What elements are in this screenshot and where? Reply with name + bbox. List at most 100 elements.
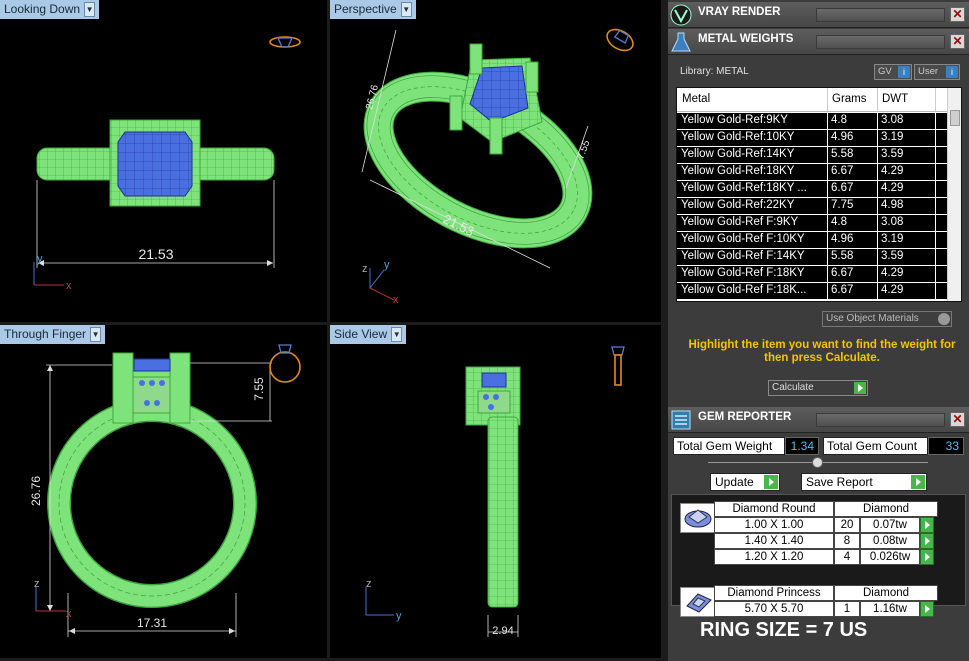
svg-text:x: x <box>393 294 399 306</box>
mini-ring-icon <box>606 28 634 52</box>
user-toggle[interactable]: User i <box>914 64 960 80</box>
gem-size-cell: 1.40 X 1.40 <box>714 533 834 549</box>
play-arrow-icon[interactable] <box>920 517 934 533</box>
scrollbar-thumb[interactable] <box>950 110 960 126</box>
cell-metal: Yellow Gold-Ref F:18K... <box>681 284 807 296</box>
column-header-dwt[interactable]: DWT <box>882 93 908 105</box>
save-report-button[interactable]: Save Report <box>801 473 927 491</box>
total-gem-count-label: Total Gem Count <box>823 437 928 455</box>
table-row[interactable]: Yellow Gold-Ref:14KY 5.58 3.59 <box>677 147 947 164</box>
use-object-materials-toggle[interactable]: Use Object Materials <box>822 311 952 327</box>
metal-weights-header[interactable]: METAL WEIGHTS ✕ <box>668 29 969 55</box>
info-icon: i <box>898 66 910 78</box>
close-icon[interactable]: ✕ <box>950 7 965 22</box>
round-diamond-icon <box>680 503 716 533</box>
table-scrollbar[interactable] <box>947 88 961 301</box>
chevron-down-icon[interactable]: ▼ <box>90 327 102 342</box>
ring-size-text: RING SIZE = 7 US <box>700 619 868 641</box>
close-icon[interactable]: ✕ <box>950 412 965 427</box>
mini-ring-icon <box>611 346 625 386</box>
cell-metal: Yellow Gold-Ref:10KY <box>681 131 795 143</box>
gem-count-cell: 8 <box>834 533 860 549</box>
play-arrow-icon <box>911 475 925 489</box>
viewport-side-view[interactable]: 2.94 z y Side View ▼ <box>330 325 661 658</box>
gem-weight-cell: 1.16tw <box>860 601 920 617</box>
cell-grams: 7.75 <box>831 199 854 211</box>
svg-text:26.76: 26.76 <box>29 476 43 506</box>
vray-render-header[interactable]: VRAY RENDER ✕ <box>668 2 969 28</box>
app-window: 21.53 y x Looking Down ▼ 21.53 26.76 7.5… <box>0 0 969 661</box>
cell-grams: 4.96 <box>831 131 854 143</box>
table-row[interactable]: Yellow Gold-Ref F:18KY 6.67 4.29 <box>677 266 947 283</box>
viewport-looking-down[interactable]: 21.53 y x Looking Down ▼ <box>0 0 327 322</box>
cell-metal: Yellow Gold-Ref:22KY <box>681 199 795 211</box>
svg-text:z: z <box>34 578 40 590</box>
gem-shape-header: Diamond Round <box>714 501 834 517</box>
table-row[interactable]: Yellow Gold-Ref F:18K... 6.67 4.29 <box>677 283 947 300</box>
column-header-metal[interactable]: Metal <box>682 93 710 105</box>
svg-text:x: x <box>66 280 72 292</box>
svg-text:17.31: 17.31 <box>137 616 167 630</box>
table-row[interactable]: Yellow Gold-Ref:10KY 4.96 3.19 <box>677 130 947 147</box>
svg-text:7.55: 7.55 <box>575 139 592 161</box>
gem-shape-header: Diamond Princess <box>714 585 834 601</box>
chevron-down-icon[interactable]: ▼ <box>391 327 403 342</box>
splitter-knob[interactable] <box>812 457 823 468</box>
viewport-perspective[interactable]: 21.53 26.76 7.55 z y x Perspective ▼ <box>330 0 661 322</box>
table-row[interactable]: Yellow Gold-Ref:18KY ... 6.67 4.29 <box>677 181 947 198</box>
cell-dwt: 3.19 <box>881 131 904 143</box>
metal-table[interactable]: Metal Grams DWT Yellow Gold-Ref:9KY 4.8 3.… <box>676 87 962 302</box>
table-row[interactable]: Yellow Gold-Ref F:14KY 5.58 3.59 <box>677 249 947 266</box>
chevron-down-icon[interactable]: ▼ <box>400 2 412 17</box>
table-row[interactable]: Yellow Gold-Ref:9KY 4.8 3.08 <box>677 113 947 130</box>
cell-metal: Yellow Gold-Ref F:9KY <box>681 216 799 228</box>
svg-text:7.55: 7.55 <box>252 377 266 401</box>
viewport-through-finger[interactable]: 26.76 7.55 17.31 z x Through Finger ▼ <box>0 325 327 658</box>
info-icon: i <box>946 66 958 78</box>
table-row[interactable]: Yellow Gold-Ref F:10KY 4.96 3.19 <box>677 232 947 249</box>
gem-weight-cell: 0.026tw <box>860 549 920 565</box>
calculate-button[interactable]: Calculate <box>768 380 868 396</box>
table-row[interactable]: Yellow Gold-Ref:22KY 7.75 4.98 <box>677 198 947 215</box>
play-arrow-icon[interactable] <box>920 533 934 549</box>
chevron-down-icon[interactable]: ▼ <box>84 2 96 17</box>
cell-dwt: 3.19 <box>881 233 904 245</box>
svg-text:21.53: 21.53 <box>138 246 173 262</box>
cell-grams: 4.8 <box>831 114 847 126</box>
panel-splitter[interactable] <box>708 457 928 468</box>
viewport-label[interactable]: Perspective ▼ <box>330 0 416 19</box>
play-arrow-icon <box>854 382 866 394</box>
viewport-label[interactable]: Looking Down ▼ <box>0 0 100 19</box>
princess-diamond-icon <box>680 587 716 617</box>
total-gem-count-value: 33 <box>928 437 964 455</box>
gem-count-cell: 20 <box>834 517 860 533</box>
viewport-label[interactable]: Side View ▼ <box>330 325 407 344</box>
svg-text:z: z <box>362 263 368 275</box>
table-row[interactable]: Yellow Gold-Ref:18KY 6.67 4.29 <box>677 164 947 181</box>
play-arrow-icon[interactable] <box>920 601 934 617</box>
cell-grams: 5.58 <box>831 250 854 262</box>
cell-grams: 6.67 <box>831 267 854 279</box>
column-header-grams[interactable]: Grams <box>832 93 867 105</box>
gv-toggle[interactable]: GV i <box>874 64 912 80</box>
table-row[interactable]: Yellow Gold-Ref F:9KY 4.8 3.08 <box>677 215 947 232</box>
update-button[interactable]: Update <box>710 473 780 491</box>
gem-size-cell: 5.70 X 5.70 <box>714 601 834 617</box>
svg-text:y: y <box>384 259 390 271</box>
play-arrow-icon[interactable] <box>920 549 934 565</box>
ring-front-view: 26.76 7.55 17.31 z x <box>29 344 301 637</box>
cell-grams: 6.67 <box>831 165 854 177</box>
cell-dwt: 4.29 <box>881 284 904 296</box>
gem-weight-cell: 0.08tw <box>860 533 920 549</box>
total-gem-weight-label: Total Gem Weight <box>673 437 785 455</box>
close-icon[interactable]: ✕ <box>950 34 965 49</box>
side-panel: VRAY RENDER ✕ METAL WEIGHTS ✕ Library: M… <box>668 0 969 661</box>
gem-size-cell: 1.00 X 1.00 <box>714 517 834 533</box>
svg-text:2.94: 2.94 <box>492 625 513 637</box>
cell-metal: Yellow Gold-Ref:18KY ... <box>681 182 807 194</box>
radio-icon <box>938 313 950 325</box>
gem-reporter-header[interactable]: GEM REPORTER ✕ <box>668 407 969 433</box>
library-label: Library: METAL <box>680 66 749 77</box>
viewport-label[interactable]: Through Finger ▼ <box>0 325 106 344</box>
cell-grams: 5.58 <box>831 148 854 160</box>
